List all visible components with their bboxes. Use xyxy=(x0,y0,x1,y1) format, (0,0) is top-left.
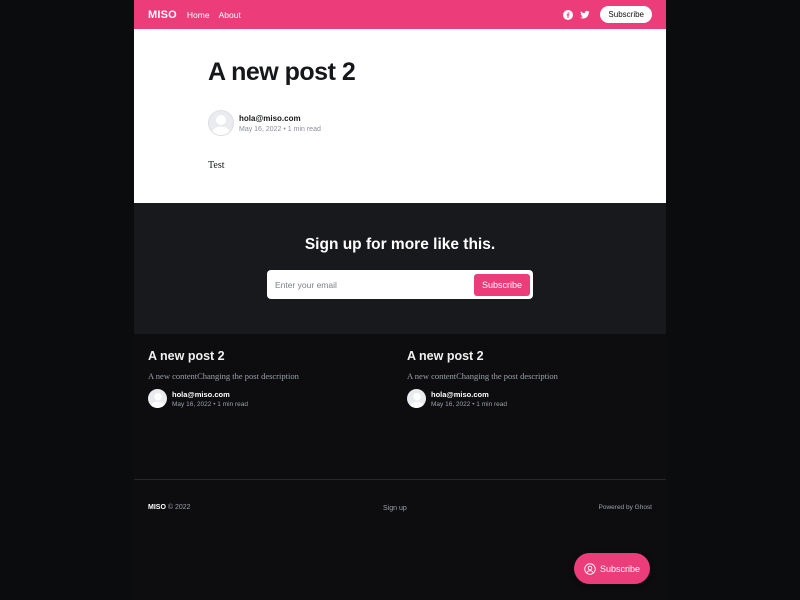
post-card-byline: hola@miso.com May 16, 2022 • 1 min read xyxy=(148,389,388,408)
post-card-excerpt: A new contentChanging the post descripti… xyxy=(407,371,558,381)
site-logo[interactable]: MISO xyxy=(148,9,177,21)
twitter-icon[interactable] xyxy=(580,10,591,20)
author-name[interactable]: hola@miso.com xyxy=(172,390,248,399)
site-header: MISO Home About Subscribe xyxy=(134,0,666,29)
portal-subscribe-button[interactable]: Subscribe xyxy=(574,553,650,584)
signup-title: Sign up for more like this. xyxy=(304,236,496,253)
nav-item-home[interactable]: Home xyxy=(187,10,210,20)
footer-brand[interactable]: MISO xyxy=(148,504,166,511)
author-avatar[interactable] xyxy=(148,389,167,408)
read-time: 1 min read xyxy=(476,400,508,408)
site-frame: MISO Home About Subscribe A new post 2 h… xyxy=(134,0,666,600)
meta-separator: • xyxy=(472,400,475,408)
article-title: A new post 2 xyxy=(208,58,356,86)
post-card-title[interactable]: A new post 2 xyxy=(407,349,647,363)
author-avatar[interactable] xyxy=(407,389,426,408)
nav-item-about[interactable]: About xyxy=(219,10,241,20)
header-actions: Subscribe xyxy=(563,6,652,23)
read-time: 1 min read xyxy=(287,125,321,133)
post-card-title[interactable]: A new post 2 xyxy=(148,349,388,363)
post-meta: May 16, 2022 • 1 min read xyxy=(431,401,507,408)
portal-label: Subscribe xyxy=(599,563,641,574)
post-card-byline: hola@miso.com May 16, 2022 • 1 min read xyxy=(407,389,647,408)
post-card[interactable]: A new post 2 A new contentChanging the p… xyxy=(148,349,388,408)
signup-subscribe-button[interactable]: Subscribe xyxy=(473,273,530,296)
powered-by-link[interactable]: Powered by Ghost xyxy=(599,504,652,511)
author-name[interactable]: hola@miso.com xyxy=(239,114,321,123)
meta-separator: • xyxy=(213,400,216,408)
post-date: May 16, 2022 xyxy=(172,400,212,408)
article: A new post 2 hola@miso.com May 16, 2022 … xyxy=(134,29,666,203)
footer-copyright: MISO © 2022 xyxy=(148,504,191,511)
copyright-year: © 2022 xyxy=(167,504,191,511)
header-subscribe-button[interactable]: Subscribe xyxy=(600,6,652,23)
footer-signup-link[interactable]: Sign up xyxy=(383,505,407,512)
signup-section: Sign up for more like this. Subscribe xyxy=(134,203,666,334)
byline-meta: hola@miso.com May 16, 2022 • 1 min read xyxy=(239,114,321,133)
post-card-excerpt: A new contentChanging the post descripti… xyxy=(148,371,299,381)
post-card-meta: hola@miso.com May 16, 2022 • 1 min read xyxy=(172,390,248,408)
article-byline: hola@miso.com May 16, 2022 • 1 min read xyxy=(208,110,321,136)
post-meta: May 16, 2022 • 1 min read xyxy=(172,401,248,408)
post-date: May 16, 2022 xyxy=(431,400,471,408)
facebook-icon[interactable] xyxy=(563,9,574,20)
article-body: Test xyxy=(208,160,225,171)
signup-form: Subscribe xyxy=(267,270,533,299)
post-card-meta: hola@miso.com May 16, 2022 • 1 min read xyxy=(431,390,507,408)
meta-separator: • xyxy=(283,125,286,133)
author-name[interactable]: hola@miso.com xyxy=(431,390,507,399)
read-time: 1 min read xyxy=(217,400,249,408)
post-date: May 16, 2022 xyxy=(239,125,282,133)
author-avatar[interactable] xyxy=(208,110,234,136)
user-icon xyxy=(584,562,596,575)
post-card[interactable]: A new post 2 A new contentChanging the p… xyxy=(407,349,647,408)
related-posts: A new post 2 A new contentChanging the p… xyxy=(134,334,666,480)
email-input[interactable] xyxy=(275,279,474,290)
post-meta: May 16, 2022 • 1 min read xyxy=(239,126,321,133)
